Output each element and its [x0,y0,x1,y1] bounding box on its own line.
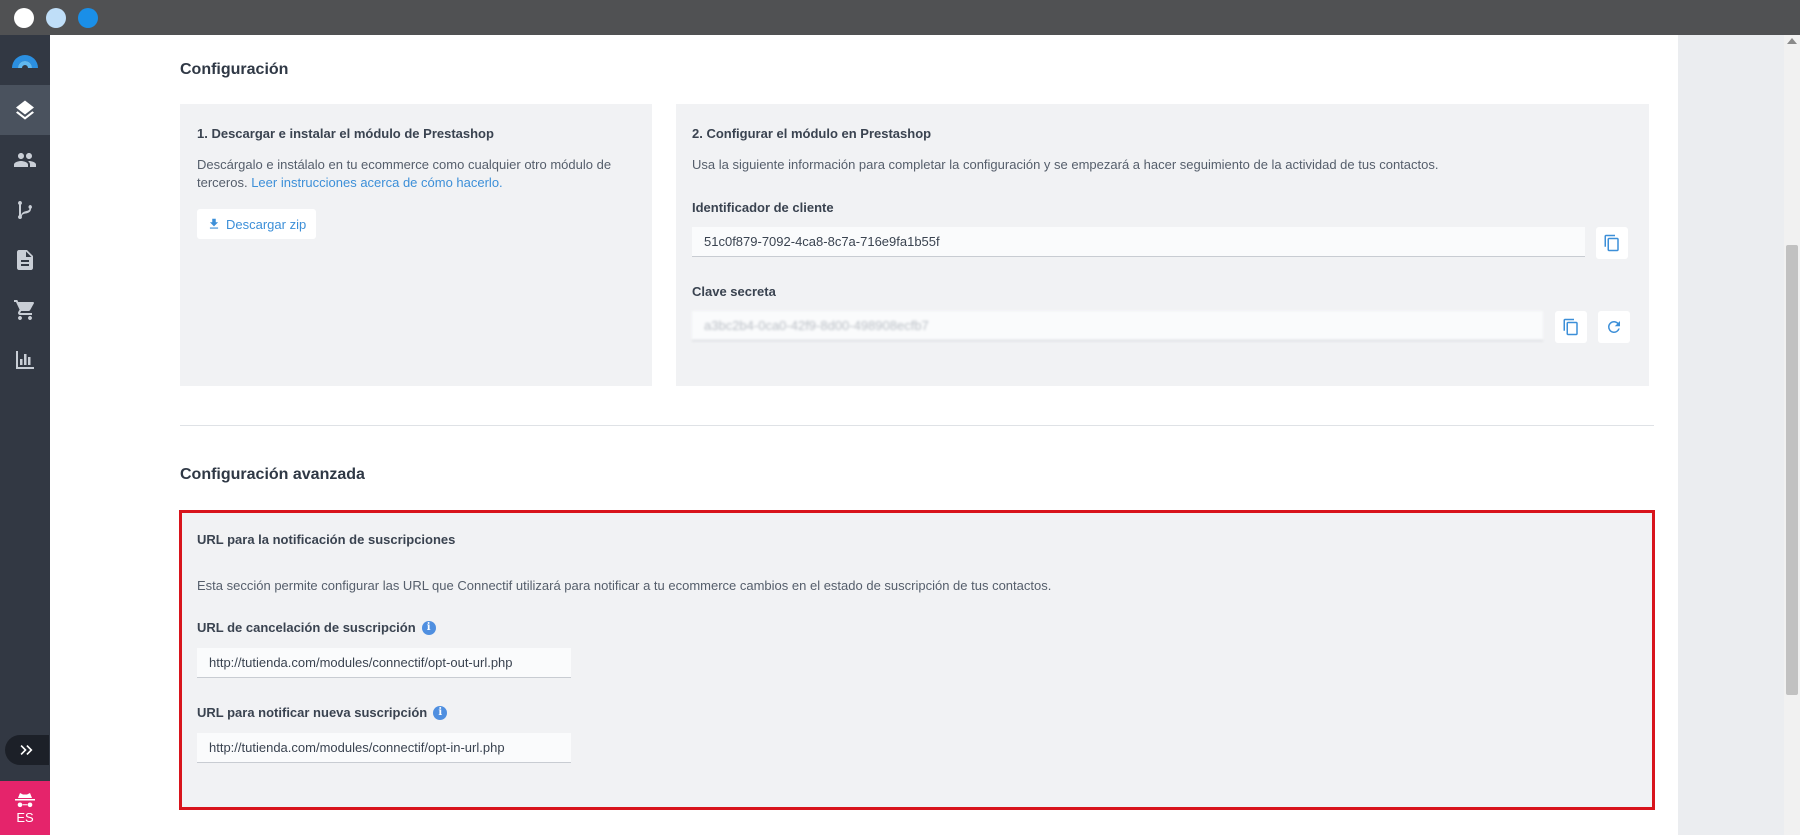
optin-url-label: URL para notificar nueva suscripción i [197,704,448,721]
sidebar-item-workflows[interactable] [0,185,50,235]
client-id-label: Identificador de cliente [692,200,834,215]
window-titlebar [0,0,1800,35]
client-id-field[interactable]: 51c0f879-7092-4ca8-8c7a-716e9fa1b55f [692,227,1585,257]
sidebar-item-contacts[interactable] [0,135,50,185]
subscription-description: Esta sección permite configurar las URL … [197,578,1052,593]
download-zip-button[interactable]: Descargar zip [197,209,317,239]
window-close-button[interactable] [14,8,34,28]
step2-text: Usa la siguiente información para comple… [692,157,1439,172]
expand-sidebar-button[interactable] [5,735,49,765]
document-icon [17,250,33,270]
copy-icon [1604,234,1619,252]
sidebar-item-content[interactable] [0,85,50,135]
step1-text: Descárgalo e instálalo en tu ecommerce c… [197,156,637,192]
logo[interactable] [0,35,50,85]
copy-secret-button[interactable] [1555,311,1587,343]
refresh-icon [1607,321,1620,333]
sidebar-item-reports[interactable] [0,335,50,385]
optout-url-field[interactable]: http://tutienda.com/modules/connectif/op… [197,648,571,678]
language-selector[interactable]: ES [0,781,50,835]
download-module-card [180,104,652,386]
sidebar-item-store[interactable] [0,285,50,335]
language-code: ES [16,809,34,825]
contacts-icon [14,153,36,167]
logo-icon [12,55,38,68]
window-minimize-button[interactable] [46,8,66,28]
optout-url-label: URL de cancelación de suscripción i [197,619,436,635]
cart-icon [14,300,34,320]
bar-chart-icon [16,351,34,369]
step1-title: 1. Descargar e instalar el módulo de Pre… [197,126,494,141]
secret-key-field[interactable]: a3bc2b4-0ca0-42f9-8d00-498908ecfb7 [692,311,1543,341]
incognito-icon [15,792,35,807]
subscription-section-title: URL para la notificación de suscripcione… [197,532,456,547]
branch-icon [18,201,32,220]
section-divider [180,425,1654,426]
sidebar-item-documents[interactable] [0,235,50,285]
layers-icon [16,100,34,120]
window-maximize-button[interactable] [78,8,98,28]
instructions-link[interactable]: Leer instrucciones acerca de cómo hacerl… [251,175,502,190]
sidebar: ES [0,35,50,835]
download-zip-label: Descargar zip [226,216,307,232]
copy-client-id-button[interactable] [1596,227,1628,259]
double-chevron-right-icon [20,745,33,755]
secret-key-label: Clave secreta [692,284,776,299]
scrollbar-thumb[interactable] [1786,245,1798,695]
config-title: Configuración [180,61,289,78]
advanced-config-title: Configuración avanzada [180,466,365,483]
info-icon[interactable]: i [421,620,436,635]
optout-url-label-text: URL de cancelación de suscripción [197,620,416,636]
download-icon [209,218,219,229]
step2-title: 2. Configurar el módulo en Prestashop [692,126,932,141]
copy-icon [1563,318,1578,336]
regenerate-secret-button[interactable] [1598,311,1630,343]
scroll-up-arrow[interactable] [1787,38,1797,44]
optin-url-field[interactable]: http://tutienda.com/modules/connectif/op… [197,733,571,763]
optin-url-label-text: URL para notificar nueva suscripción [197,705,428,721]
info-icon[interactable]: i [433,705,448,720]
